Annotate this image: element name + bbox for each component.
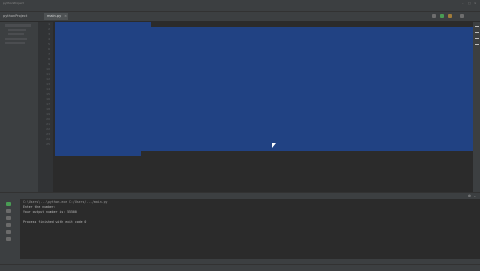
run-panel-header: ⚙ – [0, 192, 480, 199]
line-number: 24 [46, 137, 50, 141]
print-icon[interactable] [6, 230, 11, 234]
line-number: 1 [48, 22, 50, 26]
tree-item-project[interactable] [5, 24, 31, 27]
up-arrow-icon[interactable] [6, 209, 11, 213]
editor-tab[interactable]: main.py × [44, 13, 68, 20]
line-number: 2 [48, 27, 50, 31]
line-number: 19 [46, 112, 50, 116]
run-toolbar [0, 199, 20, 259]
tree-item-external-libraries[interactable] [5, 38, 27, 40]
line-number: 11 [46, 72, 50, 76]
line-number: 7 [48, 52, 50, 56]
line-number: 16 [46, 97, 50, 101]
marker-tick [475, 38, 479, 39]
line-number: 3 [48, 32, 50, 36]
down-arrow-icon[interactable] [6, 216, 11, 220]
window-title: pythonProject [3, 1, 24, 5]
line-number: 12 [46, 77, 50, 81]
tree-item-main[interactable] [8, 33, 24, 35]
scrollbar[interactable] [473, 22, 480, 192]
console-line: Your output number is: 55500 [23, 210, 77, 214]
close-icon[interactable]: × [474, 1, 477, 5]
tree-item-venv[interactable] [8, 29, 26, 31]
run-console[interactable]: C:\Users\...\python.exe C:/Users/.../mai… [20, 199, 480, 259]
run-icon[interactable] [440, 14, 444, 18]
line-number: 20 [46, 117, 50, 121]
wrap-icon[interactable] [6, 223, 11, 227]
line-number: 17 [46, 102, 50, 106]
selection-highlight [55, 151, 141, 156]
search-icon[interactable] [460, 14, 464, 18]
debug-icon[interactable] [448, 14, 452, 18]
run-config-icon[interactable] [432, 14, 436, 18]
line-number: 13 [46, 82, 50, 86]
navigation-bar: pythonProject main.py × [0, 12, 480, 22]
marker-tick [475, 26, 479, 27]
editor-tab-label: main.py [47, 14, 62, 18]
line-number: 15 [46, 92, 50, 96]
line-number: 9 [48, 62, 50, 66]
line-number: 6 [48, 47, 50, 51]
line-number: 25 [46, 142, 50, 146]
line-number: 18 [46, 107, 50, 111]
line-number: 23 [46, 132, 50, 136]
line-number: 5 [48, 42, 50, 46]
line-number-gutter: 1 2 3 4 5 6 7 8 9 10 11 12 13 14 15 16 1… [38, 22, 53, 192]
minimize-icon[interactable]: – [462, 1, 464, 5]
minimize-panel-icon[interactable]: – [474, 194, 476, 198]
delete-icon[interactable] [6, 237, 11, 241]
tree-item-scratches[interactable] [5, 42, 25, 44]
marker-tick [475, 44, 479, 45]
line-number: 8 [48, 57, 50, 61]
mouse-pointer-icon [272, 143, 278, 148]
code-editor[interactable] [53, 22, 473, 192]
line-number: 22 [46, 127, 50, 131]
line-number: 21 [46, 122, 50, 126]
console-line: Process finished with exit code 0 [23, 220, 87, 224]
settings-icon[interactable]: ⚙ [468, 194, 471, 198]
line-number: 4 [48, 37, 50, 41]
marker-tick [475, 32, 479, 33]
rerun-icon[interactable] [6, 202, 11, 206]
project-tab[interactable]: pythonProject [3, 14, 27, 19]
close-tab-icon[interactable]: × [64, 13, 67, 20]
line-number: 14 [46, 87, 50, 91]
line-number: 10 [46, 67, 50, 71]
maximize-icon[interactable]: □ [468, 1, 471, 5]
selection-highlight [55, 27, 473, 151]
project-panel [3, 22, 39, 192]
